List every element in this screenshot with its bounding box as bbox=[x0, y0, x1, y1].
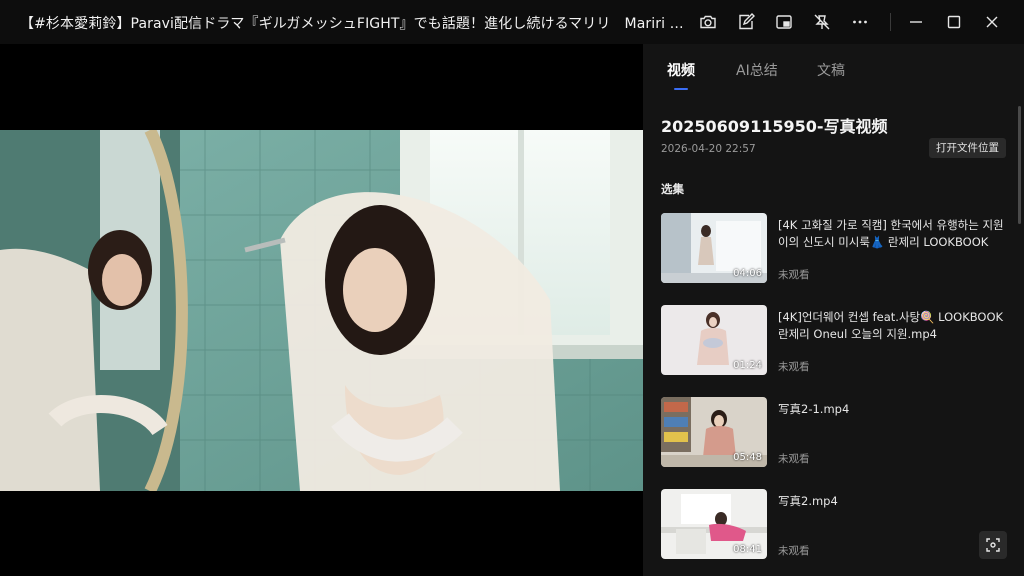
episode-status: 未观看 bbox=[778, 361, 810, 373]
tab-ai-summary[interactable]: AI总结 bbox=[736, 60, 778, 80]
episode-thumbnail: 04:06 bbox=[661, 213, 767, 283]
minimize-icon[interactable] bbox=[905, 11, 927, 33]
episode-status: 未观看 bbox=[778, 453, 810, 465]
episode-status: 未观看 bbox=[778, 545, 810, 557]
episode-thumbnail: 05:48 bbox=[661, 397, 767, 467]
video-player[interactable] bbox=[0, 44, 643, 576]
more-icon[interactable] bbox=[849, 11, 871, 33]
title-bar: 【#杉本愛莉鈴】Paravi配信ドラマ『ギルガメッシュFIGHT』でも話題！進化… bbox=[0, 0, 1024, 44]
episode-duration: 08:41 bbox=[733, 544, 762, 555]
episodes-label: 选集 bbox=[661, 182, 684, 196]
tab-transcript[interactable]: 文稿 bbox=[817, 60, 845, 80]
titlebar-divider bbox=[890, 13, 891, 31]
episode-item[interactable]: 01:24 [4K]언더웨어 컨셉 feat.사탕🍭 LOOKBOOK 란제리 … bbox=[661, 305, 1004, 377]
video-frame-image bbox=[0, 130, 643, 491]
episode-item[interactable]: 08:41 写真2.mp4 未观看 bbox=[661, 489, 1001, 561]
close-icon[interactable] bbox=[981, 11, 1003, 33]
picture-in-picture-icon[interactable] bbox=[773, 11, 795, 33]
window-title: 【#杉本愛莉鈴】Paravi配信ドラマ『ギルガメッシュFIGHT』でも話題！進化… bbox=[20, 16, 688, 32]
sidebar-scrollbar[interactable] bbox=[1018, 106, 1021, 224]
open-folder-button[interactable]: 打开文件位置 bbox=[929, 138, 1006, 158]
episode-title: 写真2.mp4 bbox=[778, 494, 838, 508]
pin-off-icon[interactable] bbox=[811, 11, 833, 33]
episode-thumbnail: 01:24 bbox=[661, 305, 767, 375]
episode-item[interactable]: 04:06 [4K 고화질 가로 직캠] 한국에서 유행하는 지원이의 신도시 … bbox=[661, 213, 1004, 285]
screen-capture-button[interactable] bbox=[979, 531, 1007, 559]
maximize-icon[interactable] bbox=[943, 11, 965, 33]
video-frame[interactable] bbox=[0, 130, 643, 491]
focus-frame-icon bbox=[986, 538, 1000, 552]
episode-duration: 04:06 bbox=[733, 268, 762, 279]
edit-note-icon[interactable] bbox=[735, 11, 757, 33]
camera-icon[interactable] bbox=[697, 11, 719, 33]
episode-title: [4K 고화질 가로 직캠] 한국에서 유행하는 지원이의 신도시 미시룩👗 란… bbox=[778, 218, 1004, 249]
episode-title: 写真2-1.mp4 bbox=[778, 402, 850, 416]
video-date: 2026-04-20 22:57 bbox=[661, 143, 756, 155]
episode-status: 未观看 bbox=[778, 269, 810, 281]
episode-item[interactable]: 05:48 写真2-1.mp4 未观看 bbox=[661, 397, 1001, 469]
episode-thumbnail: 08:41 bbox=[661, 489, 767, 559]
video-title: 20250609115950-写真视频 bbox=[661, 117, 888, 136]
tab-video[interactable]: 视频 bbox=[667, 60, 695, 80]
episode-duration: 01:24 bbox=[733, 360, 762, 371]
episode-title: [4K]언더웨어 컨셉 feat.사탕🍭 LOOKBOOK 란제리 Oneul … bbox=[778, 310, 1004, 341]
active-tab-indicator bbox=[674, 88, 688, 90]
episode-duration: 05:48 bbox=[733, 452, 762, 463]
